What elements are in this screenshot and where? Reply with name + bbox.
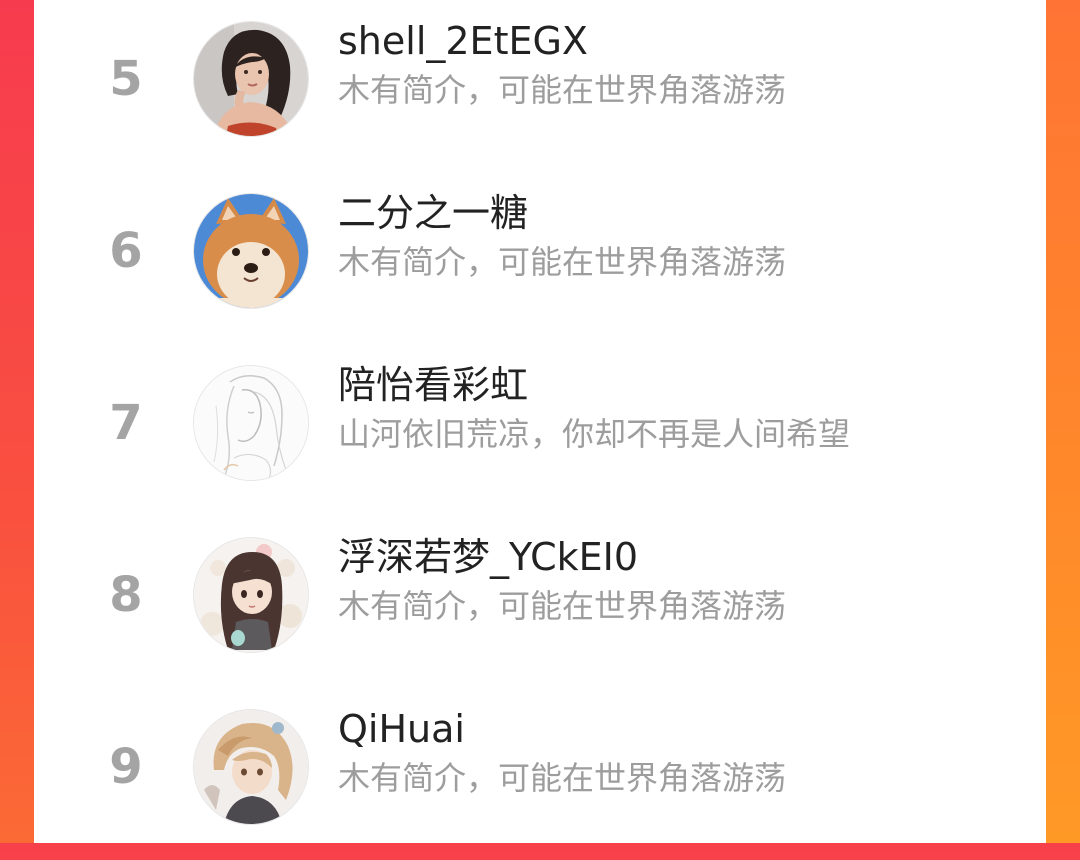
user-name[interactable]: QiHuai <box>338 704 465 754</box>
ranking-item-5[interactable]: 5 shell_2EtEGX 木有简介，可能在世界角落游荡 <box>34 0 1046 172</box>
rank-number: 9 <box>109 739 143 795</box>
user-name[interactable]: 陪怡看彩虹 <box>338 360 528 410</box>
ranking-item-6[interactable]: 6 二分之一糖 木有简介，可能在世界角落游荡 <box>34 172 1046 344</box>
user-bio: 木有简介，可能在世界角落游荡 <box>338 587 787 625</box>
ranking-item-7[interactable]: 7 陪怡看彩虹 山河依旧荒凉，你却不再是人间希望 <box>34 344 1046 516</box>
user-avatar[interactable] <box>194 194 308 308</box>
user-bio: 木有简介，可能在世界角落游荡 <box>338 759 787 797</box>
ranking-item-8[interactable]: 8 浮深若梦_YCkEI0 木有简介，可能在世界角落游荡 <box>34 516 1046 688</box>
background-gradient-left <box>0 0 34 843</box>
user-avatar[interactable] <box>194 538 308 652</box>
rank-number: 5 <box>109 51 143 107</box>
user-name[interactable]: shell_2EtEGX <box>338 16 588 66</box>
user-bio: 木有简介，可能在世界角落游荡 <box>338 71 787 109</box>
user-bio: 木有简介，可能在世界角落游荡 <box>338 243 787 281</box>
anime-boy-avatar-icon <box>194 710 308 824</box>
background-gradient-right <box>1046 0 1080 843</box>
woman-photo-avatar-icon <box>194 22 308 136</box>
user-avatar[interactable] <box>194 22 308 136</box>
user-name[interactable]: 浮深若梦_YCkEI0 <box>338 532 638 582</box>
rank-number: 7 <box>109 395 143 451</box>
shiba-dog-avatar-icon <box>194 194 308 308</box>
user-avatar[interactable] <box>194 366 308 480</box>
ranking-list: 5 shell_2EtEGX 木有简介，可能在世界角落游荡 6 二分之一糖 木有… <box>34 0 1046 843</box>
rank-number: 8 <box>109 567 143 623</box>
rank-number: 6 <box>109 223 143 279</box>
user-bio: 山河依旧荒凉，你却不再是人间希望 <box>338 415 851 453</box>
user-avatar[interactable] <box>194 710 308 824</box>
ranking-item-9[interactable]: 9 QiHuai 木有简介，可能在世界角落游荡 <box>34 688 1046 860</box>
anime-girl-avatar-icon <box>194 538 308 652</box>
user-name[interactable]: 二分之一糖 <box>338 188 528 238</box>
sketch-girl-avatar-icon <box>194 366 308 480</box>
